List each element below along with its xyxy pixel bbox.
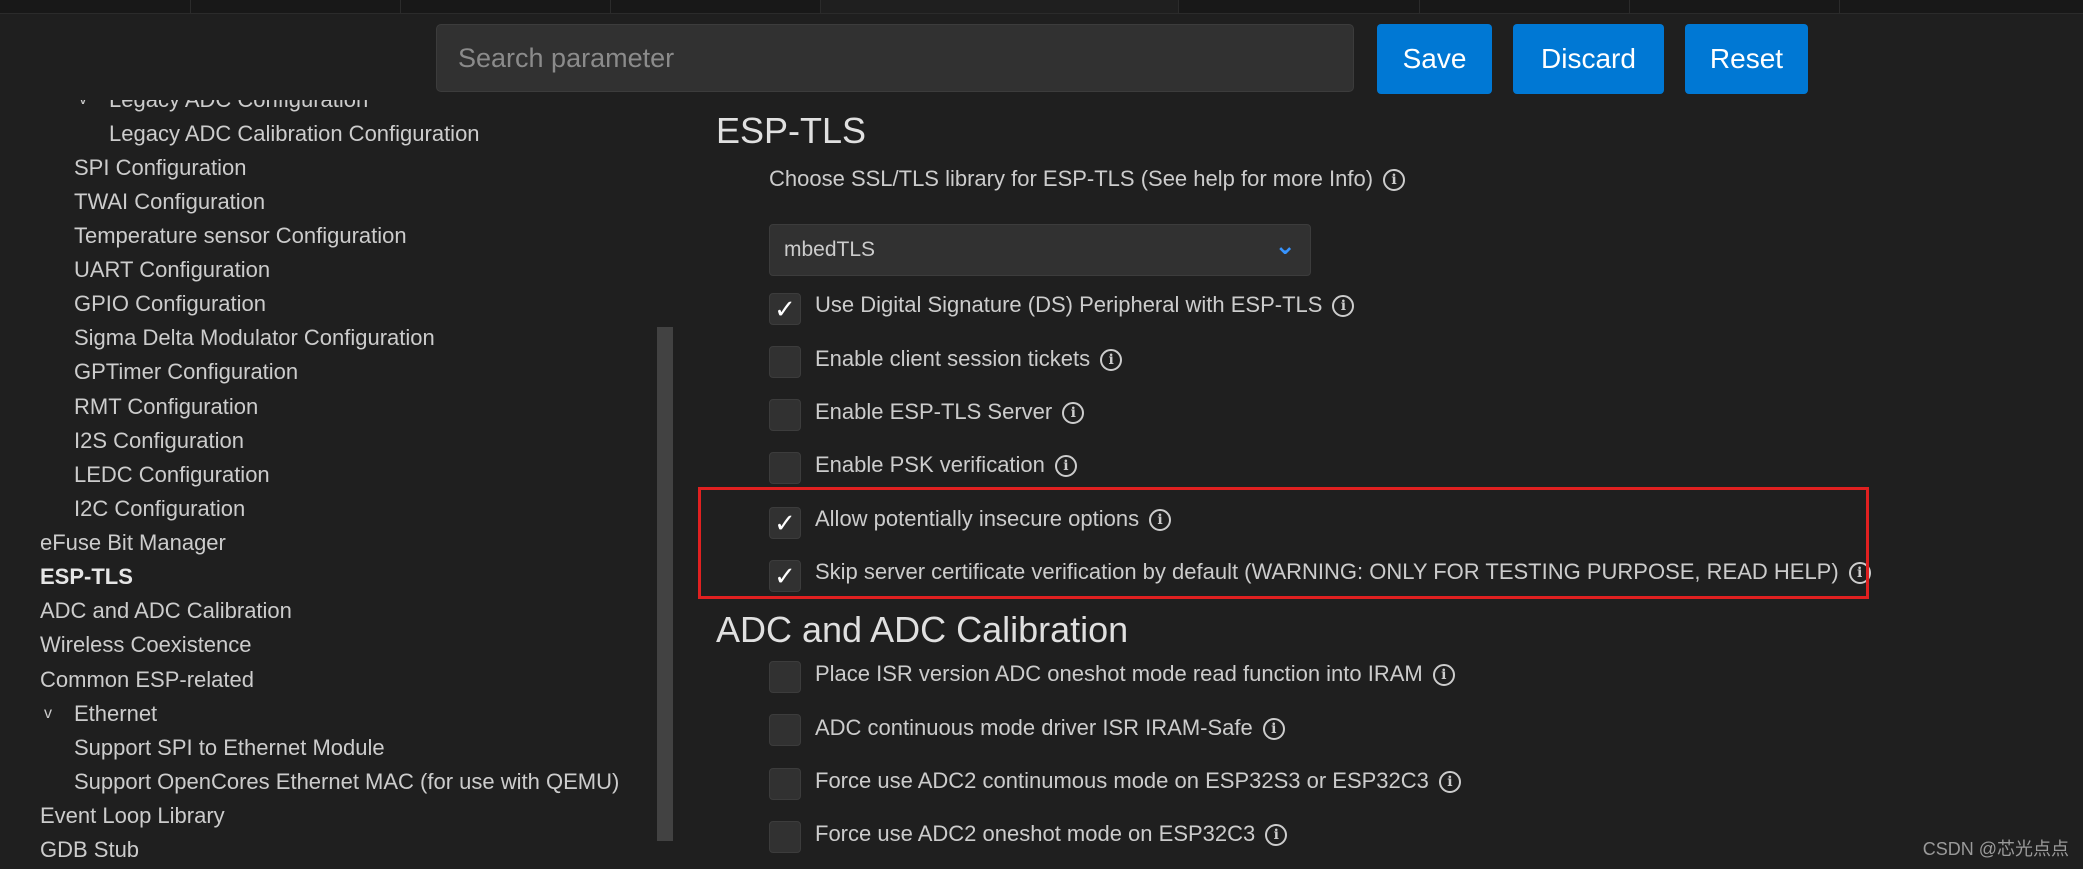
sidebar-item-event-loop[interactable]: Event Loop Library [40,799,225,833]
setting-label-text: ADC continuous mode driver ISR IRAM-Safe [815,715,1253,740]
discard-button[interactable]: Discard [1513,24,1664,94]
setting-psk-verification: Enable PSK verification i [815,448,1077,482]
sidebar-item-wireless-coexistence[interactable]: Wireless Coexistence [40,628,252,662]
editor-tab[interactable] [0,0,191,13]
editor-tab[interactable] [1179,0,1420,13]
sidebar-item-spi[interactable]: SPI Configuration [74,151,246,185]
sidebar-item-ledc[interactable]: LEDC Configuration [74,458,270,492]
sidebar-item-gptimer[interactable]: GPTimer Configuration [74,355,298,389]
checkbox-adc2-oneshot[interactable] [769,821,801,853]
setting-label-text: Place ISR version ADC oneshot mode read … [815,661,1423,686]
setting-label-text: Enable PSK verification [815,452,1045,477]
info-icon[interactable]: i [1062,402,1085,425]
sidebar-item-twai[interactable]: TWAI Configuration [74,185,265,219]
setting-label-library: Choose SSL/TLS library for ESP-TLS (See … [769,162,1406,196]
chevron-down-icon: ⌄ [1274,230,1296,260]
info-icon[interactable]: i [1265,824,1288,847]
setting-adc2-oneshot: Force use ADC2 oneshot mode on ESP32C3 i [815,817,1288,851]
checkbox-psk-verification[interactable] [769,452,801,484]
setting-label-text: Force use ADC2 oneshot mode on ESP32C3 [815,821,1256,846]
search-box [436,24,1354,92]
sidebar-item-legacy-adc-calibration[interactable]: Legacy ADC Calibration Configuration [109,117,480,151]
sidebar-item-legacy-adc-configuration[interactable]: Legacy ADC Configuration [109,100,368,117]
info-icon[interactable]: i [1332,295,1355,318]
sidebar-item-common-esp[interactable]: Common ESP-related [40,663,254,697]
library-select[interactable]: mbedTLS ⌄ [769,224,1311,276]
chevron-down-icon[interactable]: v [38,697,58,731]
sidebar-item-ethernet[interactable]: Ethernet [74,697,157,731]
sidebar-item-gpio[interactable]: GPIO Configuration [74,287,266,321]
info-icon[interactable]: i [1262,718,1285,741]
info-icon[interactable]: i [1432,664,1455,687]
settings-editor: Save Discard Reset v Legacy ADC Configur… [0,0,2083,869]
sidebar-item-i2s[interactable]: I2S Configuration [74,424,244,458]
setting-session-tickets: Enable client session tickets i [815,342,1123,376]
check-icon: ✓ [774,293,796,324]
editor-tab[interactable] [1630,0,1840,13]
checkbox-adc-continuous-iram[interactable] [769,714,801,746]
sidebar-item-efuse[interactable]: eFuse Bit Manager [40,526,226,560]
editor-tab[interactable] [1840,0,2083,13]
setting-label-text: Enable ESP-TLS Server [815,399,1053,424]
section-title-adc: ADC and ADC Calibration [716,609,1129,650]
info-icon[interactable]: i [1438,771,1461,794]
library-label-text: Choose SSL/TLS library for ESP-TLS (See … [769,166,1374,191]
library-select-value: mbedTLS [784,238,876,261]
reset-button[interactable]: Reset [1685,24,1808,94]
setting-adc-continuous-iram: ADC continuous mode driver ISR IRAM-Safe… [815,711,1285,745]
sidebar-item-uart[interactable]: UART Configuration [74,253,270,287]
sidebar-tree: v Legacy ADC Configuration Legacy ADC Ca… [0,100,660,869]
editor-tab[interactable] [611,0,821,13]
info-icon[interactable]: i [1383,169,1406,192]
search-input[interactable] [456,41,1334,75]
section-title-esp-tls: ESP-TLS [716,110,867,151]
checkbox-tls-server[interactable] [769,399,801,431]
chevron-down-icon[interactable]: v [73,100,93,117]
setting-ds-peripheral: Use Digital Signature (DS) Peripheral wi… [815,288,1355,322]
setting-tls-server: Enable ESP-TLS Server i [815,395,1085,429]
setting-isr-adc-iram: Place ISR version ADC oneshot mode read … [815,657,1455,691]
sidebar-item-rmt[interactable]: RMT Configuration [74,390,258,424]
setting-label-text: Force use ADC2 continumous mode on ESP32… [815,768,1429,793]
info-icon[interactable]: i [1100,349,1123,372]
sidebar-item-opencores-ethernet[interactable]: Support OpenCores Ethernet MAC (for use … [74,765,619,799]
checkbox-session-tickets[interactable] [769,346,801,378]
editor-tab[interactable] [191,0,401,13]
info-icon[interactable]: i [1054,455,1077,478]
sidebar-item-adc-calibration[interactable]: ADC and ADC Calibration [40,594,292,628]
sidebar-scrollbar[interactable] [657,327,673,841]
checkbox-adc2-continuous[interactable] [769,768,801,800]
highlight-box [698,487,1869,599]
sidebar-item-sigma-delta[interactable]: Sigma Delta Modulator Configuration [74,321,435,355]
editor-tab-strip [0,0,2083,14]
sidebar-item-temperature-sensor[interactable]: Temperature sensor Configuration [74,219,407,253]
sidebar-item-spi-ethernet[interactable]: Support SPI to Ethernet Module [74,731,385,765]
setting-label-text: Enable client session tickets [815,346,1091,371]
setting-label-text: Use Digital Signature (DS) Peripheral wi… [815,292,1323,317]
editor-tab-active[interactable] [821,0,1179,13]
watermark: CSDN @芯光点点 [1922,839,2069,859]
sidebar-item-esp-tls[interactable]: ESP-TLS [40,560,133,594]
editor-tab[interactable] [1420,0,1630,13]
checkbox-ds-peripheral[interactable]: ✓ [769,293,801,325]
save-button[interactable]: Save [1377,24,1492,94]
checkbox-isr-adc-iram[interactable] [769,661,801,693]
editor-tab[interactable] [401,0,611,13]
sidebar-item-i2c[interactable]: I2C Configuration [74,492,245,526]
setting-adc2-continuous: Force use ADC2 continumous mode on ESP32… [815,764,1461,798]
sidebar-item-gdb-stub[interactable]: GDB Stub [40,833,139,867]
